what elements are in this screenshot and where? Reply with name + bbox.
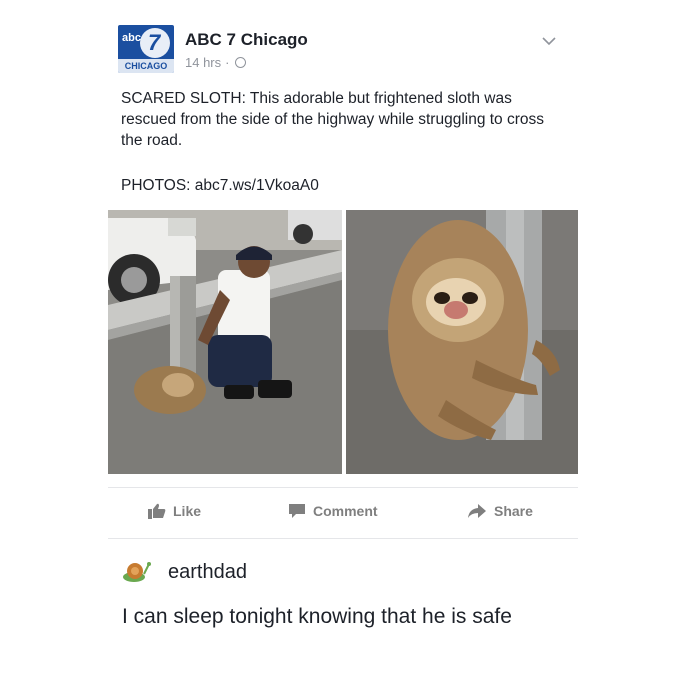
action-bar-bottom-divider xyxy=(108,538,578,539)
logo-abc-text: abc xyxy=(122,32,141,44)
officer-with-sloth-photo[interactable] xyxy=(108,210,342,474)
share-arrow-icon xyxy=(468,504,486,518)
meta-separator: · xyxy=(225,55,230,70)
thumbs-up-icon xyxy=(148,503,166,519)
comment-button[interactable]: Comment xyxy=(288,503,378,519)
globe-icon xyxy=(235,57,247,68)
comment-icon xyxy=(289,504,305,518)
reply-text: I can sleep tonight knowing that he is s… xyxy=(122,605,512,628)
page-name-link[interactable]: ABC 7 Chicago xyxy=(185,30,308,50)
like-button[interactable]: Like xyxy=(148,503,201,519)
post-text: SCARED SLOTH: This adorable but frighten… xyxy=(121,90,545,149)
share-button[interactable]: Share xyxy=(467,503,533,519)
snail-avatar-icon[interactable] xyxy=(122,560,152,584)
logo-number: 7 xyxy=(148,30,161,55)
logo-seven-badge: 7 xyxy=(140,28,170,58)
share-label: Share xyxy=(494,503,533,519)
reply-username[interactable]: earthdad xyxy=(168,561,247,584)
sloth-hugging-pole-photo[interactable] xyxy=(346,210,578,474)
abc7-logo[interactable]: abc 7 CHICAGO xyxy=(118,25,174,73)
chevron-down-icon[interactable] xyxy=(540,32,558,50)
logo-city-text: CHICAGO xyxy=(118,59,174,73)
comment-label: Comment xyxy=(313,503,378,519)
post-meta: 14 hrs · xyxy=(185,55,247,70)
like-label: Like xyxy=(173,503,202,519)
photos-link[interactable]: PHOTOS: abc7.ws/1VkoaA0 xyxy=(121,177,319,195)
action-bar-top-divider xyxy=(108,487,578,488)
post-timestamp[interactable]: 14 hrs xyxy=(185,55,221,70)
